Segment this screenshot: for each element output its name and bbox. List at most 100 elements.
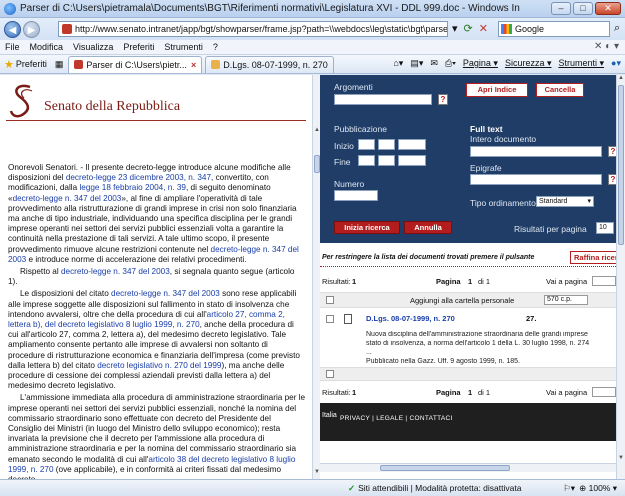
- argomenti-input[interactable]: [334, 94, 432, 105]
- argomenti-label: Argomenti: [334, 82, 373, 92]
- argomenti-help-button[interactable]: ?: [438, 94, 448, 105]
- law-reference-link[interactable]: decreto-legge n. 347 del 2003: [61, 267, 170, 276]
- result-desc-2: stato di insolvenza, a norma dell'artico…: [366, 340, 590, 347]
- select-all-bottom-checkbox[interactable]: [326, 370, 334, 378]
- speech-text-segment: Rispetto al: [20, 267, 61, 277]
- site-title: Senato della Repubblica: [44, 99, 181, 114]
- pagina-of-bottom: di 1: [478, 388, 491, 397]
- back-button[interactable]: ◀: [4, 20, 21, 38]
- google-icon: [501, 24, 512, 34]
- protected-mode-icon[interactable]: ⚐▾: [563, 483, 575, 494]
- cartella-input[interactable]: 570 c.p.: [544, 295, 588, 305]
- cancella-button[interactable]: Cancella: [536, 83, 584, 97]
- ie-logo-icon: [4, 2, 16, 15]
- speech-text-segment: Le disposizioni del citato: [20, 289, 112, 299]
- help-icon[interactable]: ●▾: [611, 58, 621, 69]
- menu-strumenti[interactable]: Strumenti: [164, 42, 203, 52]
- site-footer: Italia PRIVACY | LEGALE | CONTATTACI: [320, 403, 616, 441]
- right-scroll-thumb[interactable]: [618, 85, 624, 245]
- numero-input[interactable]: [334, 190, 378, 201]
- footer-links[interactable]: PRIVACY | LEGALE | CONTATTACI: [340, 415, 453, 422]
- print-icon[interactable]: ⎙▾: [445, 58, 456, 69]
- result-desc-1: Nuova disciplina dell'amministrazione st…: [366, 331, 588, 338]
- aggiungi-label: Aggiungi alla cartella personale: [410, 296, 515, 305]
- right-scroll-down-icon[interactable]: ▼: [617, 455, 625, 463]
- vai-pagina-input[interactable]: [592, 276, 616, 286]
- page-tab-icon: [211, 60, 221, 69]
- right-scroll-up-icon[interactable]: ▲: [617, 75, 625, 83]
- url-input[interactable]: http://www.senato.intranet/japp/bgt/show…: [58, 21, 448, 37]
- forward-button[interactable]: ▶: [23, 20, 40, 38]
- law-reference-link[interactable]: legge 18 febbraio 2004, n. 39: [79, 183, 186, 192]
- intero-label: Intero documento: [470, 134, 537, 144]
- result-checkbox[interactable]: [326, 315, 334, 323]
- menu-preferiti[interactable]: Preferiti: [123, 42, 154, 52]
- fine-day-input[interactable]: [358, 155, 375, 166]
- annulla-button[interactable]: Annulla: [404, 221, 452, 234]
- search-input[interactable]: Google: [498, 21, 610, 37]
- zoom-control[interactable]: ⊕ 100% ▾: [579, 483, 617, 494]
- fine-month-input[interactable]: [378, 155, 395, 166]
- home-icon[interactable]: ⌂▾: [393, 58, 403, 69]
- select-all-checkbox[interactable]: [326, 296, 334, 304]
- risultati-per-pagina-input[interactable]: 10: [596, 222, 614, 234]
- result-title-link[interactable]: D.Lgs. 08-07-1999, n. 270: [366, 314, 455, 323]
- tab-dlgs[interactable]: D.Lgs. 08-07-1999, n. 270: [205, 55, 334, 73]
- menu-pagina[interactable]: Pagina ▾: [463, 58, 498, 69]
- senato-tab-icon: [74, 60, 84, 69]
- restrict-text: Per restringere la lista dei documenti t…: [322, 254, 535, 261]
- intero-input[interactable]: [470, 146, 602, 157]
- raffina-ricerca-button[interactable]: Raffina ricerca: [570, 251, 618, 264]
- tab-grid-icon[interactable]: ▦: [55, 59, 64, 70]
- menu-strumenti-tools[interactable]: Strumenti ▾: [558, 58, 604, 69]
- right-scrollbar[interactable]: ▲ ▼: [616, 75, 625, 479]
- law-reference-link[interactable]: decreto-legge 23 dicembre 2003, n. 347: [66, 173, 211, 182]
- footer-italia: Italia: [322, 412, 337, 419]
- apri-indice-button[interactable]: Apri Indice: [466, 83, 528, 97]
- right-hscroll-thumb[interactable]: [380, 465, 510, 471]
- tab-close-icon[interactable]: ×: [191, 60, 196, 70]
- vai-label-bottom: Vai a pagina: [546, 388, 588, 397]
- menu-sicurezza[interactable]: Sicurezza ▾: [505, 58, 552, 69]
- inizio-month-input[interactable]: [378, 139, 395, 150]
- document-icon[interactable]: [344, 314, 352, 324]
- law-reference-link[interactable]: decreto-legge n. 347 del 2003: [13, 194, 122, 203]
- pagina-of: di 1: [478, 277, 491, 286]
- ordinamento-label: Tipo ordinamento: [470, 198, 536, 208]
- menubar-extra[interactable]: ✕ ◐ ▾: [594, 41, 619, 52]
- mail-icon[interactable]: ✉: [430, 58, 438, 69]
- menu-visualizza[interactable]: Visualizza: [73, 42, 113, 52]
- ordinamento-select[interactable]: Standard: [536, 196, 594, 207]
- epigrafe-input[interactable]: [470, 174, 602, 185]
- risultati-per-pagina-label: Risultati per pagina: [514, 224, 587, 234]
- inizia-ricerca-button[interactable]: Inizia ricerca: [334, 221, 400, 234]
- inizio-year-input[interactable]: [398, 139, 426, 150]
- results-header-bottom: Risultati: 1 Pagina 1 di 1 Vai a pagina: [320, 384, 616, 400]
- law-reference-link[interactable]: decreto-legge n. 347 del 2003: [111, 289, 220, 298]
- left-scrollbar[interactable]: ▲ ▼: [312, 75, 320, 479]
- fine-year-input[interactable]: [398, 155, 426, 166]
- search-icon[interactable]: ⌕: [614, 22, 620, 35]
- minimize-button[interactable]: –: [551, 2, 571, 15]
- tab-parser[interactable]: Parser di C:\Users\pietr... ×: [68, 55, 203, 73]
- site-icon: [62, 24, 72, 34]
- favorites-star-icon[interactable]: ★: [4, 58, 14, 71]
- inizio-label: Inizio: [334, 141, 354, 151]
- menu-modifica[interactable]: Modifica: [30, 42, 64, 52]
- maximize-button[interactable]: □: [573, 2, 593, 15]
- result-desc-4: Pubblicato nella Gazz. Uff. 9 agosto 199…: [366, 358, 520, 365]
- refresh-icon[interactable]: ⟳: [464, 22, 473, 35]
- favorites-label[interactable]: Preferiti: [16, 59, 47, 69]
- stop-icon[interactable]: ✕: [479, 22, 488, 35]
- vai-pagina-input-bottom[interactable]: [592, 387, 616, 397]
- inizio-day-input[interactable]: [358, 139, 375, 150]
- status-zone-text: Siti attendibili | Modalità protetta: di…: [358, 483, 522, 493]
- result-desc-3: ...: [366, 349, 372, 356]
- close-button[interactable]: ✕: [595, 2, 621, 15]
- menu-file[interactable]: File: [5, 42, 20, 52]
- feeds-icon[interactable]: ▤▾: [410, 58, 423, 69]
- law-reference-link[interactable]: decreto legislativo n. 270 del 1999: [97, 361, 221, 370]
- menu-help[interactable]: ?: [213, 42, 218, 52]
- right-hscrollbar[interactable]: [320, 463, 616, 472]
- compat-icon[interactable]: ▾: [452, 22, 458, 35]
